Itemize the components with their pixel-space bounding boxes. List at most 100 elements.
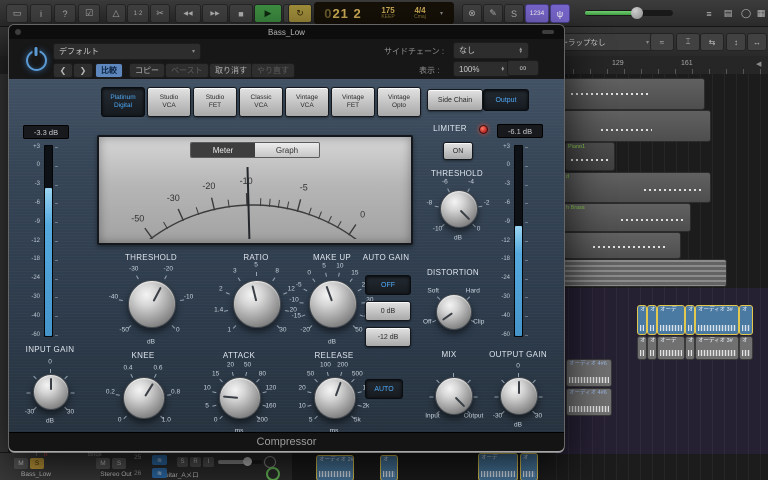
rewind-button[interactable]: ◀◀	[175, 4, 201, 23]
tab-graph[interactable]: Graph	[255, 143, 319, 157]
knee-knob[interactable]: 0 0.2 0.4 0.6 0.8 1.0	[99, 361, 187, 433]
auto-gain-minus12db-button[interactable]: -12 dB	[365, 327, 411, 347]
media-browser-button[interactable]: ▦	[753, 4, 768, 23]
toolbox-icon[interactable]: ☑	[78, 4, 100, 23]
cycle-button[interactable]: ↻	[288, 4, 312, 23]
track-volume-thumb[interactable]	[242, 457, 252, 466]
mute-button[interactable]: M	[14, 458, 28, 469]
knob-cap[interactable]	[219, 377, 261, 419]
audio-clip[interactable]: オ	[647, 336, 657, 360]
output-gain-knob[interactable]: -30 0 30 dB	[478, 359, 558, 431]
audio-clip[interactable]: オーディオ 3#	[695, 336, 739, 360]
note-pads-button[interactable]: ▤	[719, 4, 737, 23]
knob-cap[interactable]	[500, 377, 538, 415]
paste-button[interactable]: ペースト	[165, 63, 209, 78]
knob-cap[interactable]	[33, 374, 69, 410]
midi-region[interactable]	[563, 78, 705, 110]
solo-button-active[interactable]: S	[30, 458, 44, 469]
marquee-button[interactable]: ⌶	[676, 33, 700, 51]
midi-region[interactable]	[563, 259, 727, 287]
threshold-knob[interactable]: -50 -40 -30 -20 -10 0 dB	[107, 261, 195, 346]
next-preset-button[interactable]: ❯	[73, 63, 93, 78]
solo-button[interactable]: S	[112, 458, 126, 469]
knob-cap[interactable]	[314, 377, 356, 419]
metronome-button[interactable]: △	[106, 4, 126, 23]
audio-clip[interactable]: オ	[637, 336, 647, 360]
link-button[interactable]: ∞	[507, 60, 539, 76]
lcd-position[interactable]: 021 2	[314, 6, 372, 21]
redo-button[interactable]: やり直す	[251, 63, 295, 78]
forward-button[interactable]: ▶▶	[202, 4, 228, 23]
volume-thumb[interactable]	[630, 7, 643, 19]
view-zoom-stepper[interactable]: 100% ▲ ▼	[453, 61, 511, 77]
model-platinum-digital[interactable]: Platinum Digital	[101, 87, 145, 117]
auto-release-button[interactable]: AUTO	[365, 379, 403, 399]
audio-clip[interactable]: オ	[520, 453, 538, 480]
auto-gain-off-button[interactable]: OFF	[365, 275, 411, 295]
lcd-tempo[interactable]: 175 KEEP	[372, 6, 404, 20]
control-bar-icon[interactable]: ▭	[6, 4, 28, 23]
list-editors-button[interactable]: ≡	[700, 4, 718, 23]
midi-region[interactable]	[563, 232, 681, 259]
undo-button[interactable]: 取り消す	[209, 63, 253, 78]
track-icon[interactable]: ≋	[152, 468, 167, 478]
track-record-button[interactable]: R	[190, 457, 201, 467]
compare-button[interactable]: 比較	[95, 63, 123, 78]
midi-region[interactable]: d	[563, 172, 711, 203]
attack-knob[interactable]: 0 5 10 15 20 50 80 120 160 200 ms	[195, 361, 283, 435]
limiter-threshold-knob[interactable]: -10 -8 -6 -4 -2 0 dB	[418, 175, 498, 242]
copy-button[interactable]: コピー	[129, 63, 165, 78]
loop-browser-button[interactable]: ◯	[738, 4, 754, 23]
distortion-knob[interactable]: Off Soft Hard Clip	[413, 277, 493, 345]
audio-clip[interactable]: オーディオ 4#6	[566, 359, 612, 387]
audio-clip[interactable]: オ	[647, 305, 657, 335]
knob-cap[interactable]	[435, 377, 473, 415]
knob-cap[interactable]	[123, 377, 165, 419]
audio-clip[interactable]: オーデ	[478, 453, 518, 480]
track-volume-slider[interactable]	[218, 457, 262, 466]
audio-clip[interactable]: オ	[637, 305, 647, 335]
model-vintage-fet[interactable]: Vintage FET	[331, 87, 375, 117]
window-resize-pill[interactable]	[542, 30, 554, 34]
model-studio-fet[interactable]: Studio FET	[193, 87, 237, 117]
quick-help-icon[interactable]: ?	[54, 4, 76, 23]
tab-output[interactable]: Output	[483, 89, 529, 111]
audio-clip[interactable]: オーディオ 3#	[695, 305, 739, 335]
audio-clip[interactable]: オ	[685, 305, 695, 335]
catch-button[interactable]: ⇆	[700, 33, 724, 51]
count-in-button[interactable]: 1·2	[127, 4, 149, 23]
knob-cap[interactable]	[309, 280, 357, 328]
model-classic-vca[interactable]: Classic VCA	[239, 87, 283, 117]
tab-meter[interactable]: Meter	[191, 143, 255, 157]
horizontal-zoom-slider[interactable]: ↔	[747, 33, 767, 51]
lcd-display[interactable]: 021 2 175 KEEP 4/4 Cmaj ▾	[314, 2, 454, 24]
cancel-button[interactable]: ⊗	[462, 4, 482, 23]
mute-button[interactable]: M	[96, 458, 110, 469]
flex-button[interactable]: ≈	[650, 33, 674, 51]
plugin-title-bar[interactable]: Bass_Low	[9, 25, 564, 39]
preset-dropdown[interactable]: デフォルト ▾	[53, 43, 201, 60]
auto-gain-0db-button[interactable]: 0 dB	[365, 301, 411, 321]
midi-region[interactable]	[563, 110, 711, 142]
pencil-button[interactable]: ✎	[483, 4, 503, 23]
inspector-icon[interactable]: i	[30, 4, 52, 23]
play-button[interactable]: ▶	[254, 4, 282, 23]
pan-knob-green[interactable]	[266, 467, 280, 480]
audio-clip[interactable]: オーディオ 4#6	[566, 388, 612, 416]
audio-clip[interactable]: オーディオ 2#1	[316, 455, 354, 480]
audio-clip[interactable]: オ	[685, 336, 695, 360]
input-gain-knob[interactable]: -30 0 30 dB	[10, 353, 90, 429]
tools-button[interactable]: ✂	[150, 4, 170, 23]
track-icon[interactable]: ≋	[152, 455, 167, 465]
makeup-knob[interactable]: -20-15-10-505101520304050dB	[288, 261, 376, 345]
bypass-button[interactable]	[21, 45, 51, 75]
knob-cap[interactable]	[440, 190, 478, 228]
lcd-chevron-icon[interactable]: ▾	[440, 10, 443, 17]
lcd-timesig[interactable]: 4/4 Cmaj	[404, 6, 436, 20]
model-studio-vca[interactable]: Studio VCA	[147, 87, 191, 117]
ratio-knob[interactable]: 1 1.4 2 3 5 8 12 20 30	[212, 261, 300, 345]
window-close-dot[interactable]	[15, 29, 21, 35]
master-volume-slider[interactable]	[585, 7, 673, 19]
model-vintage-opto[interactable]: Vintage Opto	[377, 87, 421, 117]
tab-side-chain[interactable]: Side Chain	[427, 89, 483, 111]
